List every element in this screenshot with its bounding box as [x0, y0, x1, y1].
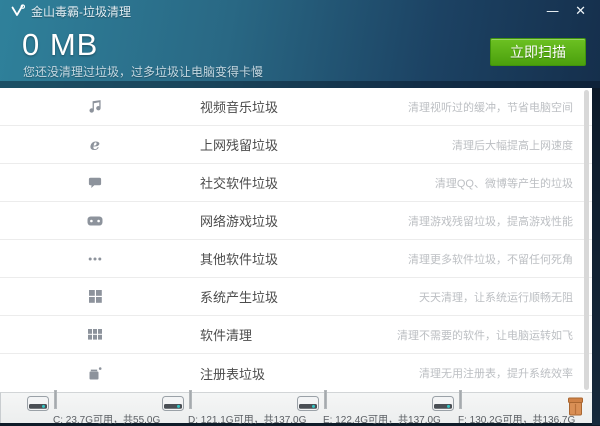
window-right-edge — [592, 88, 600, 425]
list-item-software-cleanup[interactable]: 软件清理 清理不需要的软件，让电脑运转如飞 — [0, 316, 592, 354]
disk-usage-bar — [324, 390, 327, 409]
kingsoft-logo-icon — [10, 4, 25, 19]
list-item-desc: 天天清理，让系统运行顺畅无阻 — [419, 289, 573, 305]
list-item-title: 系统产生垃圾 — [200, 287, 278, 306]
list-item-title: 软件清理 — [200, 325, 252, 344]
list-item-title: 上网残留垃圾 — [200, 135, 278, 154]
list-item-system[interactable]: 系统产生垃圾 天天清理，让系统运行顺畅无阻 — [0, 278, 592, 316]
list-item-desc: 清理不需要的软件，让电脑运转如飞 — [397, 327, 573, 343]
music-note-icon — [86, 100, 104, 113]
list-scrollbar[interactable] — [584, 90, 589, 390]
disk-usage-bar — [54, 390, 57, 409]
junk-category-list: 视频音乐垃圾 清理视听过的缓冲，节省电脑空间 e 上网残留垃圾 清理后大幅提高上… — [0, 88, 592, 392]
hard-drive-icon — [27, 396, 49, 416]
close-icon[interactable]: ✕ — [575, 5, 586, 18]
titlebar: 金山毒霸-垃圾清理 — ✕ — [0, 0, 600, 22]
list-item-internet[interactable]: e 上网残留垃圾 清理后大幅提高上网速度 — [0, 126, 592, 164]
chat-bubble-icon — [86, 177, 104, 189]
disk-label: F: 130.2G可用，共136.7G — [458, 411, 575, 426]
header-subtitle: 您还没清理过垃圾，过多垃圾让电脑变得卡慢 — [23, 63, 263, 80]
software-boxes-icon — [86, 329, 104, 340]
disk-c: C: 23.7G可用，共55.0G — [27, 391, 162, 426]
list-item-title: 网络游戏垃圾 — [200, 211, 278, 230]
header-shade — [0, 81, 600, 88]
disk-e: E: 122.4G可用，共137.0G — [297, 391, 432, 426]
list-item-desc: 清理更多软件垃圾，不留任何死角 — [408, 251, 573, 267]
hard-drive-icon — [162, 396, 184, 416]
list-item-desc: 清理无用注册表，提升系统效率 — [419, 365, 573, 381]
app-window: 金山毒霸-垃圾清理 — ✕ 0 MB 您还没清理过垃圾，过多垃圾让电脑变得卡慢 … — [0, 0, 600, 425]
disk-status-bar: C: 23.7G可用，共55.0G D: 121.1G可用，共137.0G — [0, 392, 592, 423]
list-item-desc: 清理QQ、微博等产生的垃圾 — [435, 175, 573, 191]
registry-icon — [86, 367, 104, 380]
list-item-desc: 清理视听过的缓冲，节省电脑空间 — [408, 99, 573, 115]
gamepad-icon — [86, 216, 104, 226]
minimize-icon[interactable]: — — [546, 5, 559, 18]
list-item-registry[interactable]: 注册表垃圾 清理无用注册表，提升系统效率 — [0, 354, 592, 392]
window-controls: — ✕ — [546, 5, 590, 18]
disk-usage-bar — [189, 390, 192, 409]
disk-d: D: 121.1G可用，共137.0G — [162, 391, 297, 426]
windows-icon — [86, 290, 104, 303]
trash-box-icon[interactable] — [566, 395, 585, 422]
header: 金山毒霸-垃圾清理 — ✕ 0 MB 您还没清理过垃圾，过多垃圾让电脑变得卡慢 … — [0, 0, 600, 88]
disk-label: D: 121.1G可用，共137.0G — [188, 411, 306, 426]
list-item-video-music[interactable]: 视频音乐垃圾 清理视听过的缓冲，节省电脑空间 — [0, 88, 592, 126]
list-item-other-software[interactable]: 其他软件垃圾 清理更多软件垃圾，不留任何死角 — [0, 240, 592, 278]
window-title: 金山毒霸-垃圾清理 — [31, 3, 131, 20]
disk-label: C: 23.7G可用，共55.0G — [53, 411, 160, 426]
list-item-games[interactable]: 网络游戏垃圾 清理游戏残留垃圾，提高游戏性能 — [0, 202, 592, 240]
list-item-title: 社交软件垃圾 — [200, 173, 278, 192]
list-item-desc: 清理后大幅提高上网速度 — [452, 137, 573, 153]
ie-icon: e — [86, 138, 104, 152]
list-item-desc: 清理游戏残留垃圾，提高游戏性能 — [408, 213, 573, 229]
list-item-title: 注册表垃圾 — [200, 364, 265, 383]
junk-size-value: 0 MB — [22, 27, 98, 63]
scan-now-button[interactable]: 立即扫描 — [490, 38, 586, 66]
list-item-social[interactable]: 社交软件垃圾 清理QQ、微博等产生的垃圾 — [0, 164, 592, 202]
disk-usage-bar — [459, 390, 462, 409]
disk-f: F: 130.2G可用，共136.7G — [432, 391, 567, 426]
ellipsis-icon — [86, 257, 104, 261]
list-item-title: 视频音乐垃圾 — [200, 97, 278, 116]
disk-label: E: 122.4G可用，共137.0G — [323, 411, 441, 426]
list-item-title: 其他软件垃圾 — [200, 249, 278, 268]
